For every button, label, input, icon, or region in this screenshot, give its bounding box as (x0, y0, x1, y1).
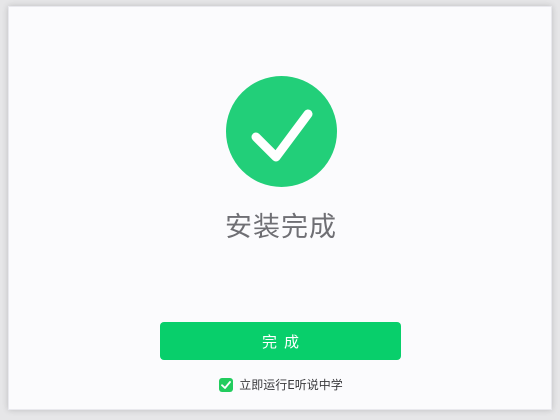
installer-window: 安装完成 完成 立即运行E听说中学 (8, 6, 552, 410)
launch-checkbox-label: 立即运行E听说中学 (239, 378, 343, 392)
check-icon (251, 109, 313, 162)
finish-button[interactable]: 完成 (160, 322, 401, 360)
launch-after-install-option[interactable]: 立即运行E听说中学 (9, 376, 553, 393)
page-title: 安装完成 (225, 212, 337, 243)
checkbox-check-icon (221, 380, 232, 389)
check-circle-icon (226, 76, 337, 187)
launch-checkbox[interactable] (219, 377, 234, 392)
